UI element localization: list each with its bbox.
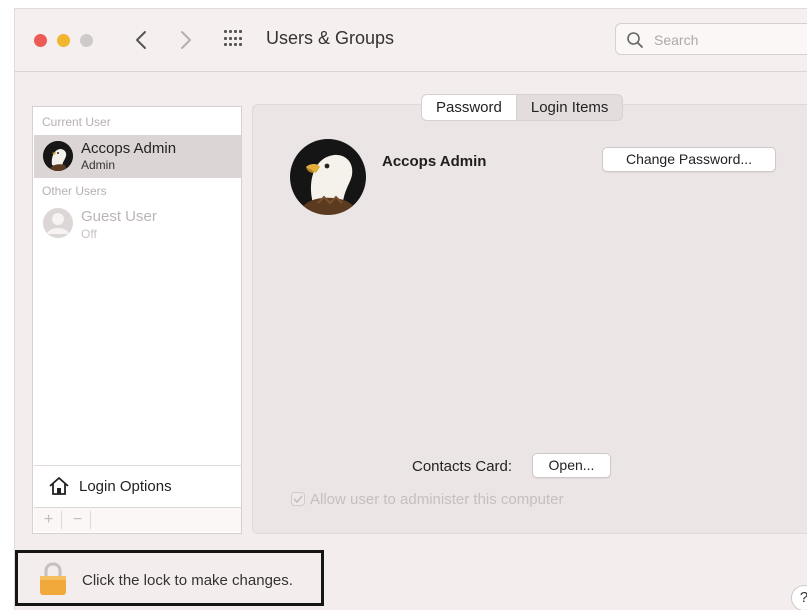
search-icon (627, 32, 643, 48)
minimize-window-button[interactable] (57, 34, 70, 47)
user-full-name: Accops Admin (382, 153, 487, 170)
search-placeholder: Search (654, 32, 699, 48)
eagle-avatar-icon (290, 139, 366, 215)
user-row-guest[interactable]: Guest User Off (34, 203, 241, 243)
title-bar: Users & Groups Search (15, 9, 807, 72)
lock-message: Click the lock to make changes. (82, 572, 293, 589)
chevron-right-icon (181, 31, 191, 49)
add-user-button[interactable]: + (36, 511, 62, 529)
help-button[interactable]: ? (791, 585, 807, 610)
user-row-accops-admin[interactable]: Accops Admin Admin (34, 135, 241, 178)
eagle-avatar-icon (43, 141, 73, 171)
user-picture[interactable] (290, 139, 366, 215)
user-name: Guest User (81, 208, 157, 225)
other-users-header: Other Users (42, 184, 107, 198)
tab-login-items[interactable]: Login Items (517, 95, 623, 120)
remove-user-button[interactable]: − (65, 511, 91, 529)
user-name: Accops Admin (81, 140, 177, 157)
chevron-left-icon (136, 31, 146, 49)
login-options-item[interactable]: Login Options (34, 465, 241, 505)
house-icon (49, 477, 69, 495)
zoom-window-button[interactable] (80, 34, 93, 47)
window-title: Users & Groups (266, 28, 395, 48)
user-role: Admin (81, 158, 116, 172)
back-button[interactable] (129, 25, 153, 55)
forward-button[interactable] (174, 25, 198, 55)
checkbox-checked-icon[interactable] (291, 492, 305, 506)
change-password-button[interactable]: Change Password... (602, 147, 776, 172)
contacts-card-label: Contacts Card: (412, 458, 513, 475)
login-options-label: Login Options (79, 478, 172, 495)
lock-area[interactable]: Click the lock to make changes. (15, 550, 324, 606)
tab-bar: Password Login Items (421, 94, 624, 121)
allow-admin-label: Allow user to administer this computer (310, 491, 564, 508)
user-list: Current User Accops Admin Admin Other Us… (32, 106, 242, 534)
open-contacts-button[interactable]: Open... (532, 453, 611, 478)
tab-password[interactable]: Password (422, 95, 517, 120)
lock-icon[interactable] (38, 562, 68, 596)
generic-user-icon (43, 208, 73, 238)
close-window-button[interactable] (34, 34, 47, 47)
preferences-window: Users & Groups Search Current User Accop… (14, 8, 807, 610)
current-user-header: Current User (42, 115, 111, 129)
user-role: Off (81, 227, 97, 241)
add-remove-bar: + − (34, 507, 241, 532)
allow-admin-row[interactable]: Allow user to administer this computer (291, 491, 563, 508)
search-field[interactable]: Search (615, 23, 807, 55)
show-all-grid-icon[interactable] (224, 30, 244, 48)
